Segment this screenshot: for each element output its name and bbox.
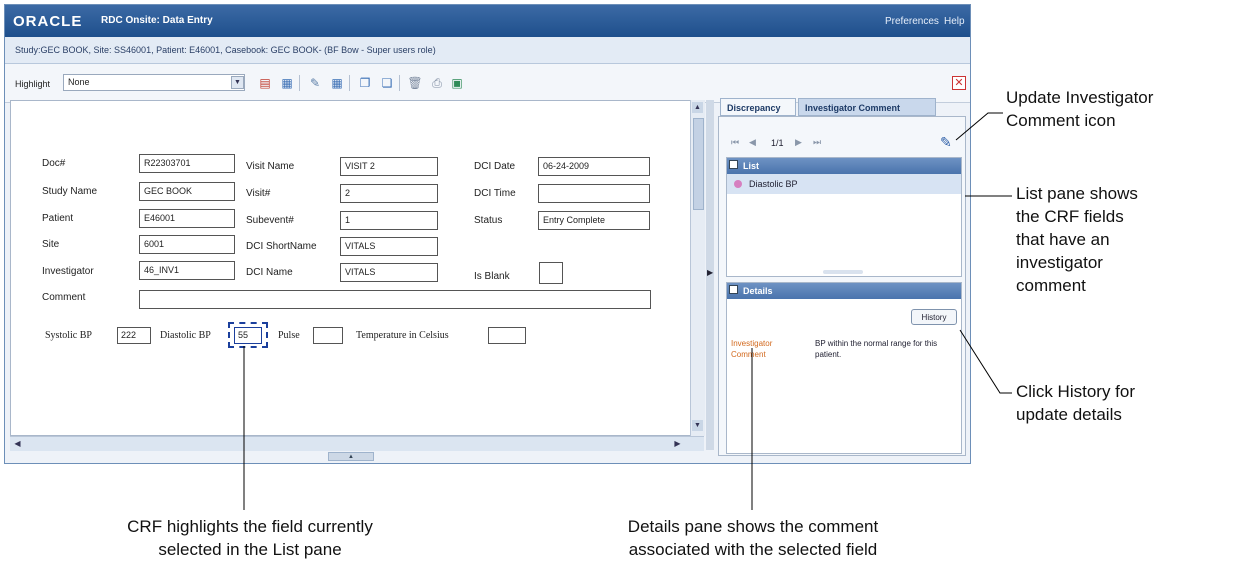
annotation-history: Click History for update details <box>1016 382 1136 424</box>
callout-update-icon <box>955 112 1003 141</box>
annotation-update-icon: Update Investigator Comment icon <box>1006 88 1154 130</box>
annotation-details-pane: Details pane shows the comment associate… <box>627 517 879 559</box>
annotation-list-pane: List pane shows the CRF fields that have… <box>1016 184 1138 295</box>
callout-history <box>959 329 1012 394</box>
annotation-crf-highlight: CRF highlights the field currently selec… <box>127 517 373 559</box>
